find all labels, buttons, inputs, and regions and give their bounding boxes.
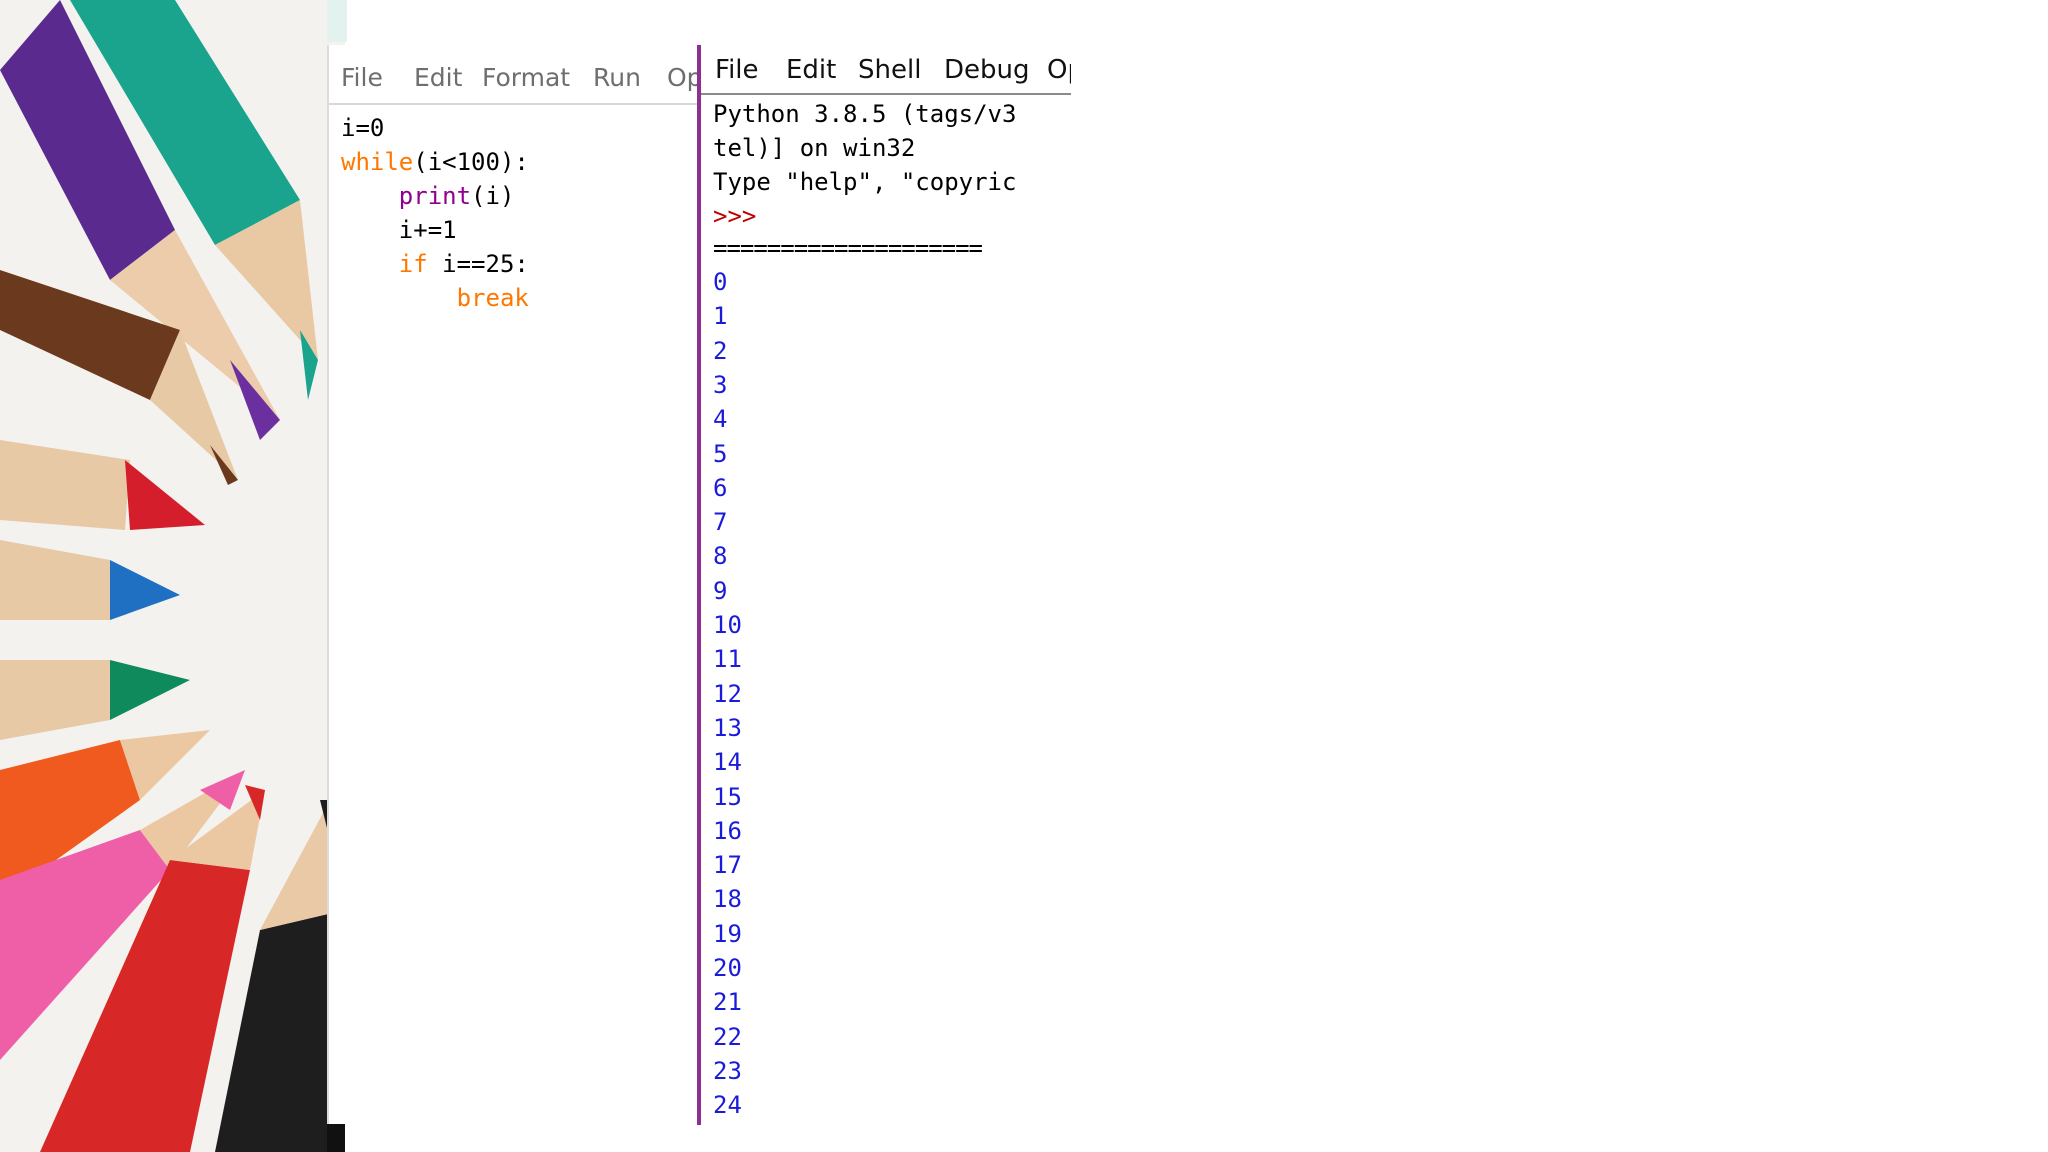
output-line: 2 <box>713 336 728 365</box>
restart-separator: ==================== <box>713 234 983 262</box>
output-line: 0 <box>713 268 728 296</box>
code-line-6: break <box>341 281 529 315</box>
python-shell-window: File Edit Shell Debug Options Python 3.8… <box>697 45 1071 1125</box>
shell-text-area[interactable]: Python 3.8.5 (tags/v3 tel)] on win32 Typ… <box>701 95 1071 1125</box>
output-line: 11 <box>713 645 742 674</box>
output-line: 20 <box>713 954 742 982</box>
shell-menu-options[interactable]: Options <box>1047 55 1071 85</box>
output-line: 19 <box>713 919 742 948</box>
shell-menu-edit[interactable]: Edit <box>786 55 836 85</box>
code-line-5: if i==25: <box>341 247 529 281</box>
builtin-print: print <box>398 182 472 210</box>
output-line: 1 <box>713 302 728 331</box>
keyword-while: while <box>341 148 414 176</box>
editor-menu-file[interactable]: File <box>341 63 383 93</box>
keyword-break: break <box>456 284 529 312</box>
editor-menu-options[interactable]: Options <box>667 63 701 93</box>
output-line: 15 <box>713 782 742 811</box>
output-line: 3 <box>713 370 728 399</box>
output-line: 18 <box>713 885 742 914</box>
keyword-if: if <box>398 250 428 278</box>
code-text: i==25: <box>427 250 529 278</box>
code-text: (i<100): <box>413 148 529 176</box>
code-line-3: print(i) <box>341 179 515 213</box>
output-line: 14 <box>713 748 742 777</box>
output-line: 13 <box>713 713 742 742</box>
code-text: (i) <box>471 182 515 210</box>
editor-menu-run[interactable]: Run <box>593 63 641 93</box>
code-editor-window: File Edit Format Run Options i=0 while(i… <box>327 45 701 1125</box>
shell-menu-shell[interactable]: Shell <box>858 55 921 85</box>
banner-line-2: tel)] on win32 <box>713 134 916 162</box>
output-line: 7 <box>713 508 728 537</box>
shell-menu-bar: File Edit Shell Debug Options <box>701 45 1071 95</box>
output-line: 17 <box>713 851 742 880</box>
output-line: 16 <box>713 816 742 845</box>
code-line-2: while(i<100): <box>341 145 529 179</box>
shell-menu-debug[interactable]: Debug <box>944 55 1030 85</box>
colored-pencils-background-image <box>0 0 345 1152</box>
output-line: 24 <box>713 1091 742 1120</box>
editor-menu-bar: File Edit Format Run Options <box>329 45 701 105</box>
output-line: 12 <box>713 679 742 708</box>
output-line: 10 <box>713 611 742 639</box>
output-line: 23 <box>713 1056 742 1085</box>
editor-menu-format[interactable]: Format <box>482 63 570 93</box>
output-line: 9 <box>713 576 728 605</box>
output-line: 5 <box>713 439 728 468</box>
output-line: 21 <box>713 988 742 1017</box>
banner-line-1: Python 3.8.5 (tags/v3 <box>713 100 1017 128</box>
banner-line-3: Type "help", "copyric <box>713 168 1017 196</box>
output-line: 8 <box>713 542 728 571</box>
background-window-strip <box>327 0 347 42</box>
editor-menu-edit[interactable]: Edit <box>414 63 462 93</box>
shell-prompt: >>> <box>713 202 757 230</box>
background-image-edge <box>327 1124 345 1152</box>
code-line-1: i=0 <box>341 114 385 142</box>
output-line: 22 <box>713 1022 742 1051</box>
editor-text-area[interactable]: i=0 while(i<100): print(i) i+=1 if i==25… <box>329 105 701 1125</box>
code-line-4: i+=1 <box>341 216 457 244</box>
shell-menu-file[interactable]: File <box>715 55 759 85</box>
output-line: 4 <box>713 405 728 434</box>
output-line: 6 <box>713 473 728 502</box>
